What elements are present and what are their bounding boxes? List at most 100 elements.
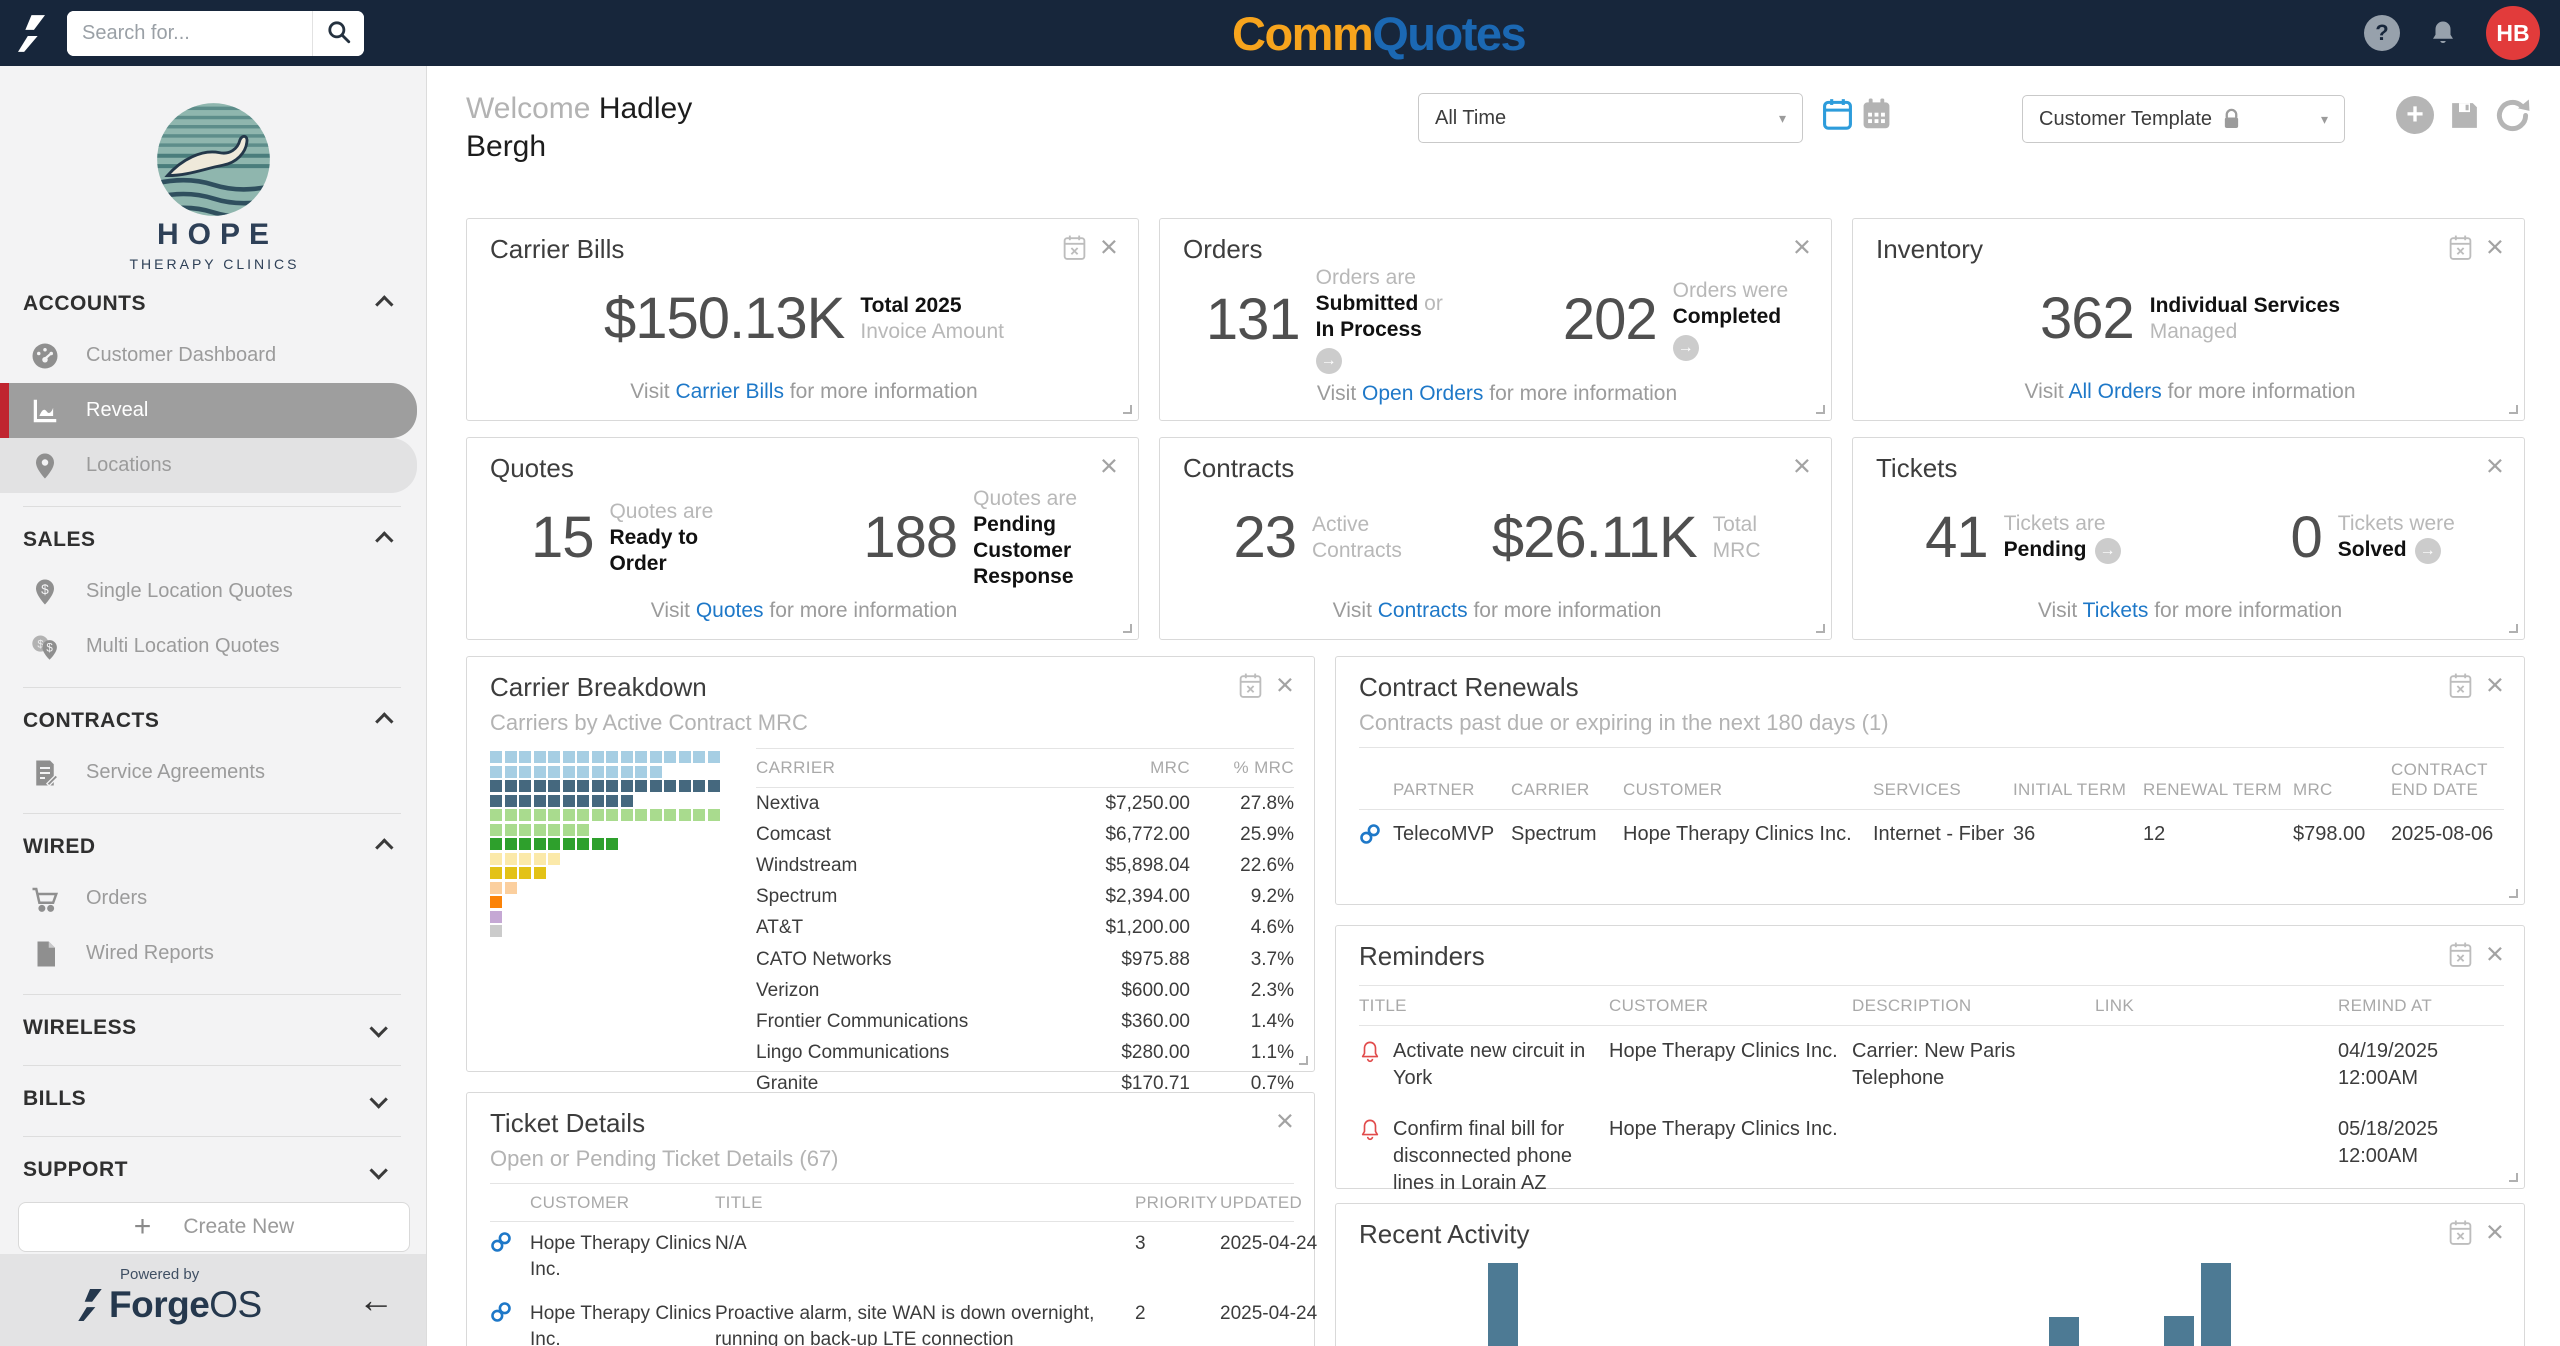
- waffle-square: [504, 881, 517, 894]
- chevron-down-icon: [369, 1018, 388, 1038]
- chevron-up-icon: [375, 837, 394, 857]
- close-icon[interactable]: ×: [2486, 938, 2504, 969]
- link-icon[interactable]: [490, 1301, 530, 1346]
- sidebar-item-locations[interactable]: Locations: [0, 438, 417, 493]
- template-select[interactable]: Customer Template ▾: [2022, 95, 2345, 143]
- carrier-name-cell: Lingo Communications: [756, 1042, 950, 1064]
- waffle-square: [562, 751, 575, 763]
- resize-handle[interactable]: [1123, 624, 1132, 633]
- sidebar-section-bills[interactable]: BILLS: [0, 1079, 426, 1123]
- resize-handle[interactable]: [2509, 1173, 2518, 1182]
- sidebar-section-accounts[interactable]: ACCOUNTS: [0, 284, 426, 328]
- close-icon[interactable]: ×: [1793, 231, 1811, 262]
- goto-arrow-button[interactable]: →: [1315, 348, 1342, 374]
- resize-handle[interactable]: [1816, 624, 1825, 633]
- sidebar-section-wired[interactable]: WIRED: [0, 827, 426, 871]
- resize-handle[interactable]: [2509, 405, 2518, 414]
- sidebar-section-support[interactable]: SUPPORT: [0, 1150, 426, 1194]
- waffle-square: [519, 852, 531, 865]
- calendar-x-icon[interactable]: [2448, 672, 2473, 699]
- waffle-square: [548, 838, 560, 850]
- goto-arrow-button[interactable]: →: [2414, 537, 2441, 564]
- open-orders-link[interactable]: Open Orders: [1362, 382, 1483, 405]
- sidebar-item-reveal[interactable]: Reveal: [0, 383, 417, 438]
- calendar-x-icon[interactable]: [2448, 234, 2473, 261]
- stat-label-bold: Order: [609, 551, 667, 575]
- resize-handle[interactable]: [1123, 405, 1132, 414]
- notifications-button[interactable]: [2428, 17, 2458, 49]
- goto-arrow-button[interactable]: →: [1672, 335, 1699, 361]
- welcome-prefix: Welcome: [466, 92, 591, 125]
- calendar-x-icon[interactable]: [1238, 672, 1263, 699]
- sidebar-item-multi-location-quotes[interactable]: $ $ Multi Location Quotes: [0, 619, 417, 674]
- close-icon[interactable]: ×: [1100, 450, 1118, 481]
- waffle-square: [490, 910, 502, 923]
- close-icon[interactable]: ×: [2486, 231, 2504, 262]
- ticket-row: Hope Therapy Clinics Inc. N/A 3 2025-04-24: [490, 1222, 1317, 1292]
- stat-label-bold: Pending: [2003, 538, 2087, 562]
- collapse-sidebar-button[interactable]: ←: [358, 1282, 394, 1318]
- column-header: MRC: [1150, 758, 1190, 777]
- resize-handle[interactable]: [2509, 624, 2518, 633]
- footer-text: Visit: [2037, 599, 2078, 622]
- quotes-link[interactable]: Quotes: [696, 599, 764, 622]
- goto-arrow-button[interactable]: →: [2094, 537, 2121, 564]
- sidebar-section-contracts[interactable]: CONTRACTS: [0, 701, 426, 745]
- waffle-square: [635, 809, 647, 821]
- column-header: MRC: [2293, 780, 2333, 799]
- save-layout-button[interactable]: [2448, 99, 2481, 132]
- waffle-row: [490, 794, 730, 807]
- time-filter-select[interactable]: All Time ▾: [1418, 93, 1803, 143]
- search-button[interactable]: [312, 10, 364, 56]
- reminder-cell-description: Carrier: New Paris Telephone: [1852, 1040, 2016, 1089]
- close-icon[interactable]: ×: [1276, 669, 1294, 700]
- calendar-filled-icon: [1863, 98, 1890, 129]
- calendar-x-icon[interactable]: [1062, 234, 1087, 261]
- sidebar-item-customer-dashboard[interactable]: Customer Dashboard: [0, 328, 417, 383]
- create-new-button[interactable]: + Create New: [18, 1202, 410, 1252]
- link-icon[interactable]: [1359, 823, 1393, 851]
- carrier-bills-link[interactable]: Carrier Bills: [675, 380, 784, 403]
- sidebar-item-orders[interactable]: Orders: [0, 871, 417, 926]
- contracts-link[interactable]: Contracts: [1378, 599, 1468, 622]
- reminder-cell-link: [2095, 1038, 2338, 1092]
- waffle-square: [490, 780, 502, 792]
- calendar-x-icon[interactable]: [2448, 941, 2473, 968]
- sidebar-section-wireless[interactable]: WIRELESS: [0, 1008, 426, 1052]
- link-icon[interactable]: [490, 1231, 530, 1283]
- add-widget-button[interactable]: +: [2396, 96, 2434, 134]
- resize-handle[interactable]: [1816, 405, 1825, 414]
- lock-icon: [2222, 108, 2241, 130]
- tickets-link[interactable]: Tickets: [2083, 599, 2149, 622]
- calendar-grid-button[interactable]: [1861, 97, 1892, 131]
- calendar-x-icon[interactable]: [2448, 1219, 2473, 1246]
- help-button[interactable]: ?: [2364, 15, 2400, 51]
- carrier-pct-cell: 25.9%: [1240, 823, 1294, 845]
- sidebar-item-single-location-quotes[interactable]: $ Single Location Quotes: [0, 564, 417, 619]
- search-input[interactable]: [67, 10, 312, 56]
- sidebar-item-service-agreements[interactable]: Service Agreements: [0, 745, 417, 800]
- close-icon[interactable]: ×: [1276, 1105, 1294, 1136]
- close-icon[interactable]: ×: [2486, 450, 2504, 481]
- resize-handle[interactable]: [2509, 889, 2518, 898]
- stat-label-gray: or: [1424, 292, 1443, 315]
- orders-completed-stat: 202 Orders were Completed →: [1563, 278, 1788, 361]
- waffle-square: [504, 823, 517, 836]
- waffle-square: [490, 823, 502, 836]
- all-orders-link[interactable]: All Orders: [2068, 380, 2161, 403]
- close-icon[interactable]: ×: [2486, 1216, 2504, 1247]
- close-icon[interactable]: ×: [1793, 450, 1811, 481]
- resize-handle[interactable]: [1299, 1056, 1308, 1065]
- sidebar-item-wired-reports[interactable]: Wired Reports: [0, 926, 417, 981]
- user-avatar[interactable]: HB: [2486, 6, 2540, 60]
- sidebar-section-sales[interactable]: SALES: [0, 520, 426, 564]
- refresh-button[interactable]: [2494, 97, 2531, 134]
- footer-text: Visit: [630, 380, 670, 403]
- orders-submitted-stat: 131 Orders are Submitted or In Process →: [1206, 265, 1443, 374]
- stat-label-gray: Tickets are: [2003, 512, 2106, 536]
- close-icon[interactable]: ×: [2486, 669, 2504, 700]
- waffle-square: [664, 809, 676, 821]
- close-icon[interactable]: ×: [1100, 231, 1118, 262]
- column-header: PARTNER: [1393, 780, 1475, 799]
- calendar-range-button[interactable]: [1822, 97, 1853, 131]
